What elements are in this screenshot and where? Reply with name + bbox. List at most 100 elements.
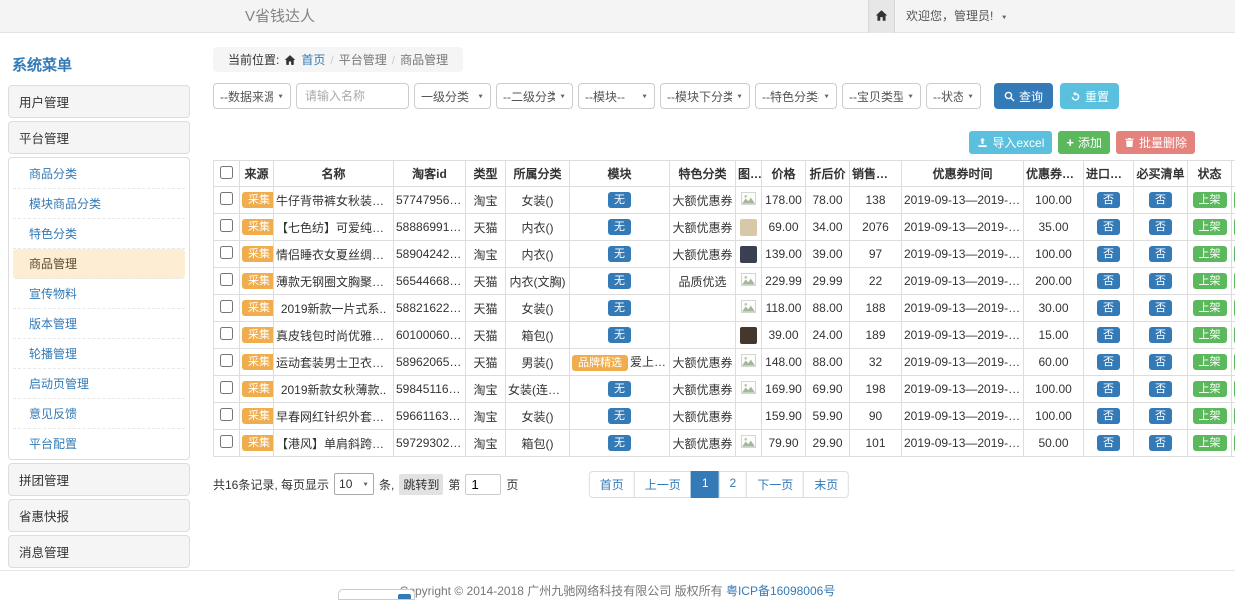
- status-button[interactable]: 上架: [1193, 435, 1227, 451]
- sidebar-item[interactable]: 宣传物料: [13, 279, 185, 309]
- row-checkbox[interactable]: [220, 354, 233, 367]
- sidebar-item[interactable]: 特色分类: [13, 219, 185, 249]
- import-optional-badge[interactable]: 否: [1097, 246, 1120, 262]
- search-button[interactable]: 查询: [994, 83, 1053, 109]
- pager-button[interactable]: 下一页: [746, 471, 804, 498]
- row-checkbox[interactable]: [220, 327, 233, 340]
- filter-select-status[interactable]: --状态--▼: [926, 83, 981, 109]
- filter-select-item-type[interactable]: --宝贝类型--▼: [842, 83, 921, 109]
- user-menu[interactable]: 欢迎您，管理员! ▼: [906, 0, 1008, 34]
- reset-button[interactable]: 重置: [1060, 83, 1119, 109]
- filter-input-name[interactable]: [296, 83, 409, 109]
- status-button[interactable]: 上架: [1193, 327, 1227, 343]
- import-optional-badge[interactable]: 否: [1097, 408, 1120, 424]
- status-button[interactable]: 上架: [1193, 273, 1227, 289]
- import-optional-badge[interactable]: 否: [1097, 381, 1120, 397]
- sidebar-item[interactable]: 轮播管理: [13, 339, 185, 369]
- row-checkbox[interactable]: [220, 435, 233, 448]
- row-checkbox[interactable]: [220, 408, 233, 421]
- filter-select-module[interactable]: --模块--▼: [578, 83, 655, 109]
- jump-button[interactable]: 跳转到: [399, 474, 443, 495]
- sidebar-section[interactable]: 拼团管理: [8, 463, 190, 496]
- row-checkbox[interactable]: [220, 300, 233, 313]
- import-optional-badge[interactable]: 否: [1097, 192, 1120, 208]
- sidebar-item[interactable]: 意见反馈: [13, 399, 185, 429]
- table-row: 采集【七色纺】可爱纯棉家..588869917501天猫内衣()无大额优惠券69…: [214, 214, 1235, 241]
- per-page-select[interactable]: 10 ▼: [334, 473, 374, 495]
- select-all-checkbox[interactable]: [220, 166, 233, 179]
- home-button[interactable]: [868, 0, 895, 33]
- column-header: 进口优选: [1084, 161, 1134, 187]
- pager-button[interactable]: 末页: [803, 471, 849, 498]
- batch-delete-button[interactable]: 批量删除: [1116, 131, 1195, 154]
- must-buy-badge[interactable]: 否: [1149, 219, 1172, 235]
- filter-select-level1-category[interactable]: 一级分类▼: [414, 83, 491, 109]
- filter-select-feature-category[interactable]: --特色分类--▼: [755, 83, 837, 109]
- status-button[interactable]: 上架: [1193, 300, 1227, 316]
- must-buy-badge[interactable]: 否: [1149, 381, 1172, 397]
- must-buy-badge[interactable]: 否: [1149, 408, 1172, 424]
- pager-button[interactable]: 上一页: [634, 471, 692, 498]
- row-checkbox[interactable]: [220, 381, 233, 394]
- sidebar-section[interactable]: 消息管理: [8, 535, 190, 568]
- status-button[interactable]: 上架: [1193, 219, 1227, 235]
- sidebar-item[interactable]: 版本管理: [13, 309, 185, 339]
- import-optional-badge[interactable]: 否: [1097, 219, 1120, 235]
- row-checkbox[interactable]: [220, 246, 233, 259]
- import-excel-button[interactable]: 导入excel: [969, 131, 1052, 154]
- add-button[interactable]: + 添加: [1058, 131, 1110, 154]
- table-row: 采集薄款无钢圈文胸聚拢性..565446685867天猫内衣(文胸)无品质优选2…: [214, 268, 1235, 295]
- must-buy-badge[interactable]: 否: [1149, 192, 1172, 208]
- product-name: 真皮钱包时尚优雅女士..: [274, 322, 394, 349]
- import-optional-badge[interactable]: 否: [1097, 354, 1120, 370]
- status-button[interactable]: 上架: [1193, 192, 1227, 208]
- filter-select-level2-category[interactable]: --二级分类--▼: [496, 83, 573, 109]
- page-number-input[interactable]: [465, 474, 501, 495]
- must-buy-badge[interactable]: 否: [1149, 327, 1172, 343]
- sidebar-item[interactable]: 商品分类: [13, 159, 185, 189]
- discount-price: 88.00: [806, 349, 850, 376]
- chevron-down-icon: ▼: [559, 93, 566, 99]
- sidebar-item[interactable]: 平台配置: [13, 429, 185, 458]
- sidebar-item[interactable]: 模块商品分类: [13, 189, 185, 219]
- icp-link[interactable]: 粤ICP备16098006号: [726, 584, 835, 598]
- pager-button[interactable]: 首页: [589, 471, 635, 498]
- table-row: 采集运动套装男士卫衣初秋..589620659791天猫男装()品牌精选爱上运动…: [214, 349, 1235, 376]
- status-button[interactable]: 上架: [1193, 246, 1227, 262]
- reset-button-label: 重置: [1085, 88, 1109, 105]
- import-optional-badge[interactable]: 否: [1097, 435, 1120, 451]
- row-checkbox[interactable]: [220, 192, 233, 205]
- row-checkbox[interactable]: [220, 273, 233, 286]
- pager: 首页上一页12下一页末页: [589, 471, 849, 498]
- import-optional-badge[interactable]: 否: [1097, 300, 1120, 316]
- pager-button[interactable]: 2: [719, 471, 748, 498]
- app-title: V省钱达人: [245, 0, 315, 33]
- import-optional-cell: 否: [1084, 322, 1134, 349]
- status-button[interactable]: 上架: [1193, 354, 1227, 370]
- taoke-id: 601000601341: [394, 322, 466, 349]
- coupon-time: 2019-09-13—2019-09-20: [902, 322, 1024, 349]
- sidebar-item[interactable]: 商品管理: [13, 249, 185, 279]
- sidebar-section[interactable]: 省惠快报: [8, 499, 190, 532]
- must-buy-badge[interactable]: 否: [1149, 354, 1172, 370]
- sidebar-section[interactable]: 用户管理: [8, 85, 190, 118]
- must-buy-badge[interactable]: 否: [1149, 435, 1172, 451]
- import-optional-badge[interactable]: 否: [1097, 327, 1120, 343]
- sidebar-item[interactable]: 启动页管理: [13, 369, 185, 399]
- pager-button[interactable]: 1: [691, 471, 720, 498]
- breadcrumb-home-link[interactable]: 首页: [301, 51, 325, 68]
- status-button[interactable]: 上架: [1193, 381, 1227, 397]
- filter-select-data-source[interactable]: --数据来源--▼: [213, 83, 291, 109]
- welcome-text: 欢迎您，管理员!: [906, 9, 993, 23]
- import-optional-badge[interactable]: 否: [1097, 273, 1120, 289]
- product-type: 天猫: [466, 322, 506, 349]
- sidebar-section[interactable]: 平台管理: [8, 121, 190, 154]
- filter-select-module-sub-category[interactable]: --模块下分类--▼: [660, 83, 750, 109]
- row-checkbox[interactable]: [220, 219, 233, 232]
- must-buy-badge[interactable]: 否: [1149, 273, 1172, 289]
- must-buy-badge[interactable]: 否: [1149, 300, 1172, 316]
- status-button[interactable]: 上架: [1193, 408, 1227, 424]
- column-header: 图标: [736, 161, 762, 187]
- must-buy-badge[interactable]: 否: [1149, 246, 1172, 262]
- product-name: 情侣睡衣女夏丝绸男士..: [274, 241, 394, 268]
